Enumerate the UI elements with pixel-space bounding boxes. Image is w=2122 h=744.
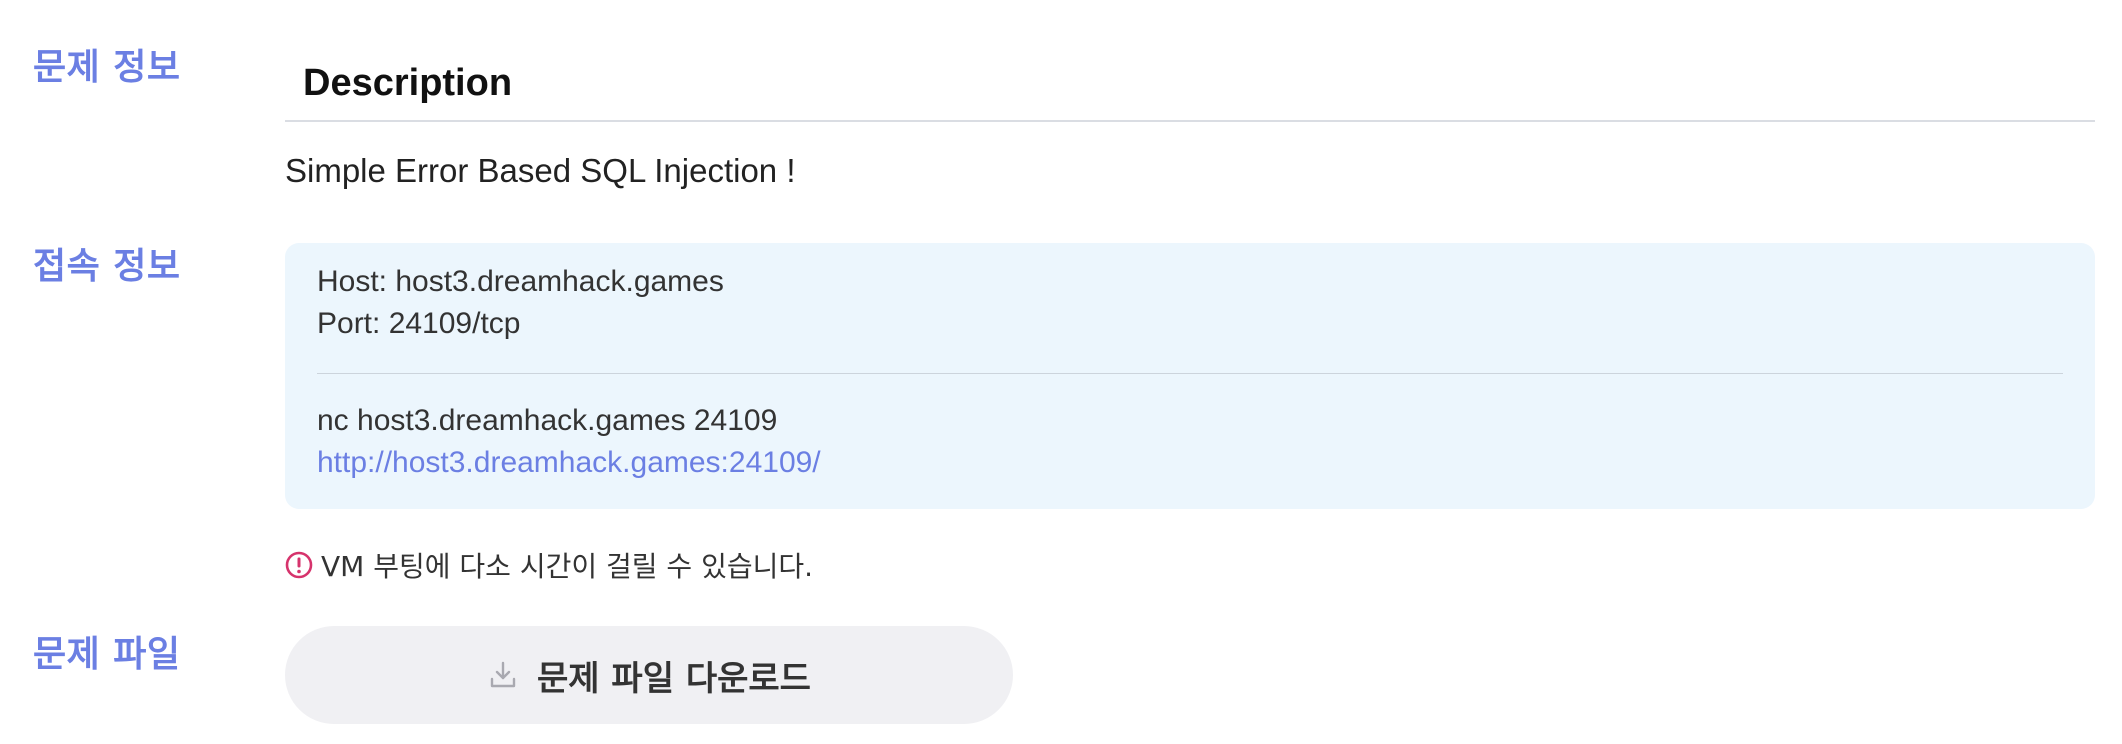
section-label-files: 문제 파일 — [33, 634, 181, 675]
vm-boot-notice-text: VM 부팅에 다소 시간이 걸릴 수 있습니다. — [321, 550, 814, 583]
description-title: Description — [303, 62, 513, 104]
challenge-info-page: 문제 정보 접속 정보 문제 파일 Description Simple Err… — [0, 0, 2122, 744]
section-label-info: 문제 정보 — [33, 47, 181, 88]
connection-nc-command: nc host3.dreamhack.games 24109 — [317, 404, 778, 437]
connection-url-link[interactable]: http://host3.dreamhack.games:24109/ — [317, 446, 821, 479]
description-text: Simple Error Based SQL Injection ! — [285, 152, 796, 189]
connection-info-box: Host: host3.dreamhack.games Port: 24109/… — [285, 243, 2095, 509]
exclamation-circle-icon — [285, 551, 313, 579]
description-header: Description — [285, 58, 2095, 122]
connection-host: Host: host3.dreamhack.games — [317, 265, 724, 298]
download-icon — [490, 661, 516, 688]
download-files-button[interactable]: 문제 파일 다운로드 — [285, 626, 1013, 724]
section-label-connection: 접속 정보 — [33, 246, 181, 287]
download-files-label: 문제 파일 다운로드 — [537, 658, 811, 699]
connection-divider — [317, 373, 2063, 374]
vm-boot-notice: VM 부팅에 다소 시간이 걸릴 수 있습니다. — [285, 545, 813, 585]
connection-port: Port: 24109/tcp — [317, 307, 521, 340]
